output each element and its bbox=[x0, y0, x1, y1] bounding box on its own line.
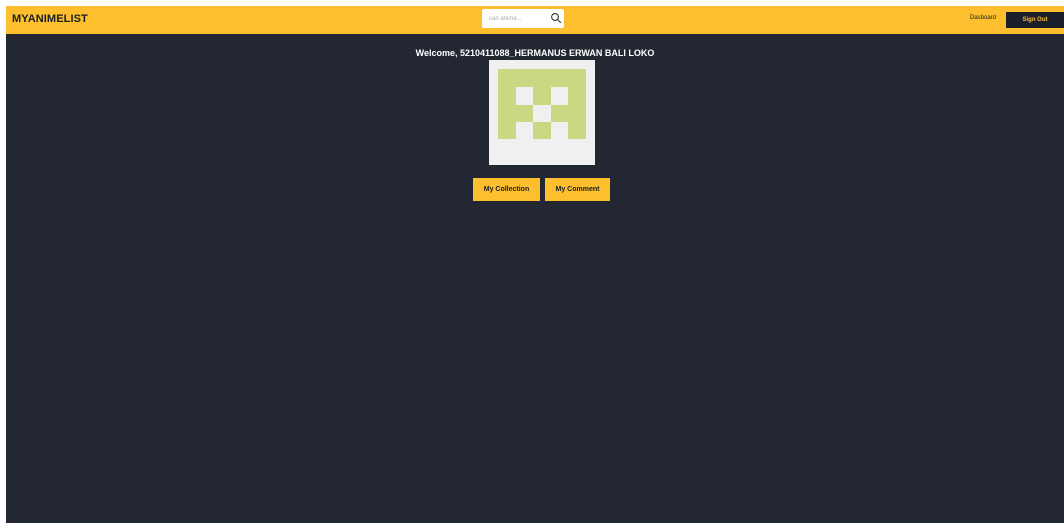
search-input[interactable] bbox=[482, 9, 544, 28]
dashboard-link[interactable]: Dasboard bbox=[970, 15, 996, 21]
sign-out-button[interactable]: Sign Out bbox=[1006, 12, 1064, 28]
welcome-heading: Welcome, 5210411088_HERMANUS ERWAN BALI … bbox=[415, 48, 655, 58]
avatar bbox=[489, 60, 595, 165]
search-icon[interactable] bbox=[550, 12, 562, 24]
search-box bbox=[482, 9, 564, 28]
top-navbar: MYANIMELIST Dasboard Sign Out bbox=[6, 6, 1064, 34]
brand-logo[interactable]: MYANIMELIST bbox=[12, 13, 88, 25]
my-comment-button[interactable]: My Comment bbox=[545, 178, 610, 201]
page: MYANIMELIST Dasboard Sign Out Welcome, 5… bbox=[6, 6, 1064, 523]
my-collection-button[interactable]: My Collection bbox=[473, 178, 540, 201]
